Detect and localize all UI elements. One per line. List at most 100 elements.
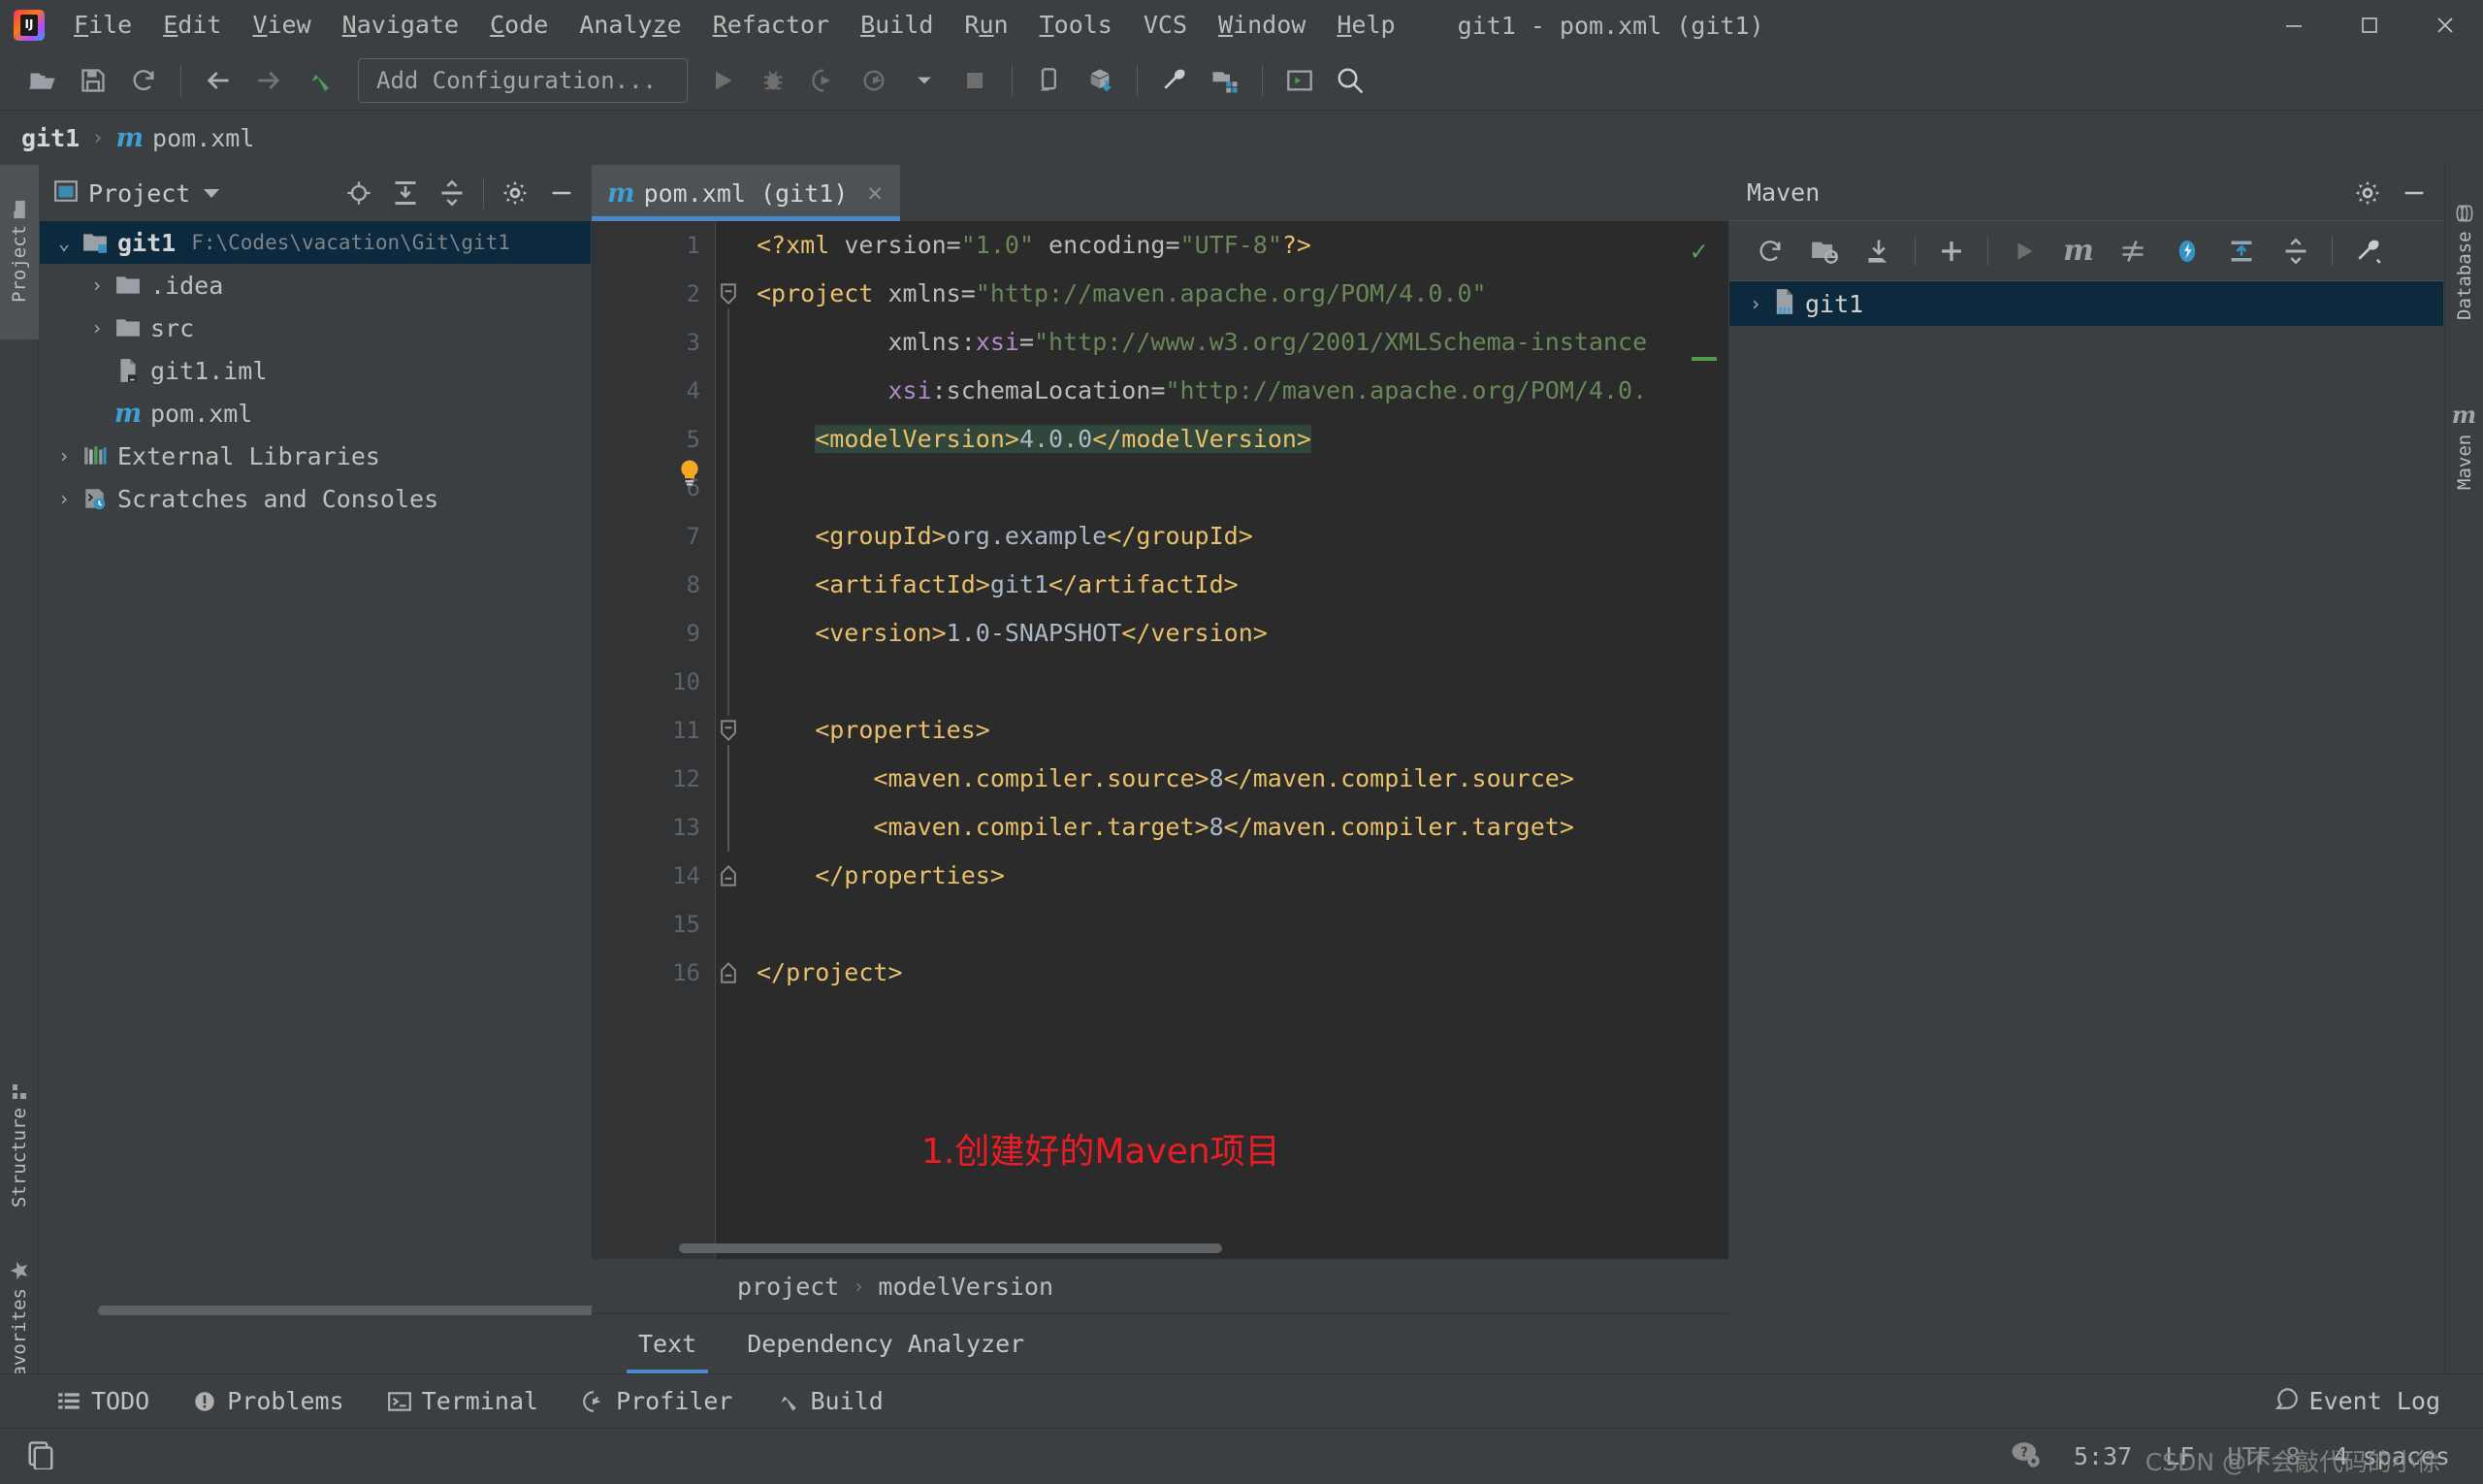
- terminal-icon[interactable]: [1274, 55, 1325, 106]
- project-structure-icon[interactable]: [1200, 55, 1250, 106]
- chevron-right-icon[interactable]: ›: [82, 274, 112, 297]
- sdk-download-icon[interactable]: [1075, 55, 1125, 106]
- rail-tab-project[interactable]: Project: [0, 165, 39, 339]
- chevron-right-icon[interactable]: ›: [49, 444, 79, 468]
- caret-position[interactable]: 5:37: [2074, 1442, 2132, 1470]
- hide-icon[interactable]: [2391, 170, 2437, 216]
- stop-icon[interactable]: [950, 55, 1000, 106]
- tree-item-external-libraries[interactable]: › External Libraries: [40, 435, 591, 477]
- chevron-down-icon[interactable]: [204, 188, 220, 198]
- tree-item-idea[interactable]: › .idea: [40, 264, 591, 306]
- fold-end-icon[interactable]: [718, 865, 739, 887]
- menu-window[interactable]: Window: [1203, 0, 1321, 50]
- search-everywhere-icon[interactable]: [1325, 55, 1375, 106]
- editor-tab-pom-xml[interactable]: m pom.xml (git1) ✕: [592, 165, 900, 221]
- menu-view[interactable]: View: [237, 0, 326, 50]
- minimize-icon[interactable]: [2256, 0, 2332, 50]
- expand-all-icon[interactable]: [2214, 224, 2269, 278]
- menu-navigate[interactable]: Navigate: [327, 0, 474, 50]
- run-configuration-selector[interactable]: Add Configuration...: [358, 57, 688, 103]
- error-stripe-mark[interactable]: [1692, 357, 1717, 361]
- build-icon[interactable]: [294, 55, 344, 106]
- chevron-right-icon[interactable]: ›: [82, 316, 112, 339]
- menu-help[interactable]: Help: [1321, 0, 1410, 50]
- toggle-offline-icon[interactable]: [2160, 224, 2214, 278]
- project-horizontal-scrollbar[interactable]: [98, 1306, 602, 1315]
- locate-icon[interactable]: [336, 170, 382, 216]
- inspection-status-icon[interactable]: ✓: [1691, 235, 1707, 267]
- rail-tab-maven[interactable]: Maven m: [2445, 359, 2483, 533]
- fold-minus-icon[interactable]: [718, 720, 739, 741]
- fold-end-icon[interactable]: [718, 962, 739, 984]
- add-maven-project-icon[interactable]: [1924, 224, 1979, 278]
- maven-tree-item-git1[interactable]: › m git1: [1729, 281, 2443, 326]
- forward-icon[interactable]: [243, 55, 294, 106]
- collapse-all-icon[interactable]: [2269, 224, 2323, 278]
- tab-dependency-analyzer[interactable]: Dependency Analyzer: [722, 1314, 1049, 1374]
- device-manager-icon[interactable]: [1024, 55, 1075, 106]
- chevron-right-icon[interactable]: ›: [1739, 292, 1772, 315]
- run-icon[interactable]: [697, 55, 748, 106]
- run-icon[interactable]: [1997, 224, 2051, 278]
- hide-icon[interactable]: [538, 170, 585, 216]
- menu-analyze[interactable]: Analyze: [564, 0, 696, 50]
- project-tree[interactable]: ⌄ git1 F:\Codes\vacation\Git\git1 › .ide…: [40, 221, 602, 1327]
- settings-wrench-icon[interactable]: [1149, 55, 1200, 106]
- chevron-right-icon[interactable]: ›: [49, 487, 79, 510]
- menu-build[interactable]: Build: [845, 0, 949, 50]
- sync-icon[interactable]: [118, 55, 169, 106]
- menu-code[interactable]: Code: [474, 0, 564, 50]
- menu-refactor[interactable]: Refactor: [697, 0, 845, 50]
- execute-maven-goal-icon[interactable]: m: [2051, 224, 2106, 278]
- code-editor[interactable]: 1 2 3 4 5 6 7 8 9 10 11 12 13 14 15 16 <…: [592, 221, 1728, 1259]
- tree-item-git1[interactable]: ⌄ git1 F:\Codes\vacation\Git\git1: [40, 221, 591, 264]
- collapse-all-icon[interactable]: [429, 170, 475, 216]
- help-icon[interactable]: ?: [2010, 1439, 2041, 1474]
- tree-item-pom-xml[interactable]: m pom.xml: [40, 392, 591, 435]
- intention-bulb-icon[interactable]: [675, 458, 704, 494]
- download-sources-icon[interactable]: [1852, 224, 1906, 278]
- toolwindow-profiler[interactable]: Profiler: [581, 1387, 732, 1415]
- toolwindow-todo[interactable]: TODO: [56, 1387, 149, 1415]
- debug-icon[interactable]: [748, 55, 798, 106]
- gear-icon[interactable]: [492, 170, 538, 216]
- profile-icon[interactable]: [849, 55, 899, 106]
- expand-all-icon[interactable]: [382, 170, 429, 216]
- event-log-button[interactable]: Event Log: [2274, 1386, 2440, 1417]
- menu-edit[interactable]: Edit: [147, 0, 237, 50]
- toggle-skip-tests-icon[interactable]: [2106, 224, 2160, 278]
- toolwindow-terminal[interactable]: Terminal: [387, 1387, 538, 1415]
- fold-minus-icon[interactable]: [718, 283, 739, 305]
- editor-breadcrumb-project[interactable]: project: [737, 1273, 839, 1301]
- chevron-down-icon[interactable]: ⌄: [49, 231, 79, 254]
- menu-run[interactable]: Run: [949, 0, 1023, 50]
- close-icon[interactable]: ✕: [867, 178, 883, 208]
- tree-item-scratches-and-consoles[interactable]: › Scratches and Consoles: [40, 477, 591, 520]
- menu-vcs[interactable]: VCS: [1128, 0, 1203, 50]
- tree-item-src[interactable]: › src: [40, 306, 591, 349]
- back-icon[interactable]: [193, 55, 243, 106]
- run-with-coverage-icon[interactable]: [798, 55, 849, 106]
- close-icon[interactable]: [2407, 0, 2483, 50]
- code-text[interactable]: <?xml version="1.0" encoding="UTF-8"?> <…: [743, 221, 1728, 1259]
- maximize-icon[interactable]: [2332, 0, 2407, 50]
- editor-horizontal-scrollbar[interactable]: [679, 1243, 1222, 1253]
- chevron-down-icon[interactable]: [899, 55, 950, 106]
- open-project-icon[interactable]: [17, 55, 68, 106]
- toolwindow-problems[interactable]: Problems: [192, 1387, 344, 1415]
- menu-file[interactable]: File: [58, 0, 147, 50]
- tab-text[interactable]: Text: [613, 1314, 722, 1374]
- save-all-icon[interactable]: [68, 55, 118, 106]
- toolwindow-build[interactable]: Build: [775, 1387, 884, 1415]
- gear-icon[interactable]: [2344, 170, 2391, 216]
- settings-wrench-icon[interactable]: [2341, 224, 2396, 278]
- breadcrumb-project[interactable]: git1: [21, 124, 80, 152]
- reload-all-projects-icon[interactable]: [1743, 224, 1797, 278]
- memory-indicator-icon[interactable]: [27, 1440, 54, 1473]
- generate-sources-icon[interactable]: [1797, 224, 1852, 278]
- menu-tools[interactable]: Tools: [1024, 0, 1128, 50]
- rail-tab-structure[interactable]: Structure: [0, 1052, 39, 1237]
- tree-item-git1-iml[interactable]: git1.iml: [40, 349, 591, 392]
- editor-breadcrumb-modelversion[interactable]: modelVersion: [878, 1273, 1053, 1301]
- breadcrumb-file[interactable]: pom.xml: [152, 124, 254, 152]
